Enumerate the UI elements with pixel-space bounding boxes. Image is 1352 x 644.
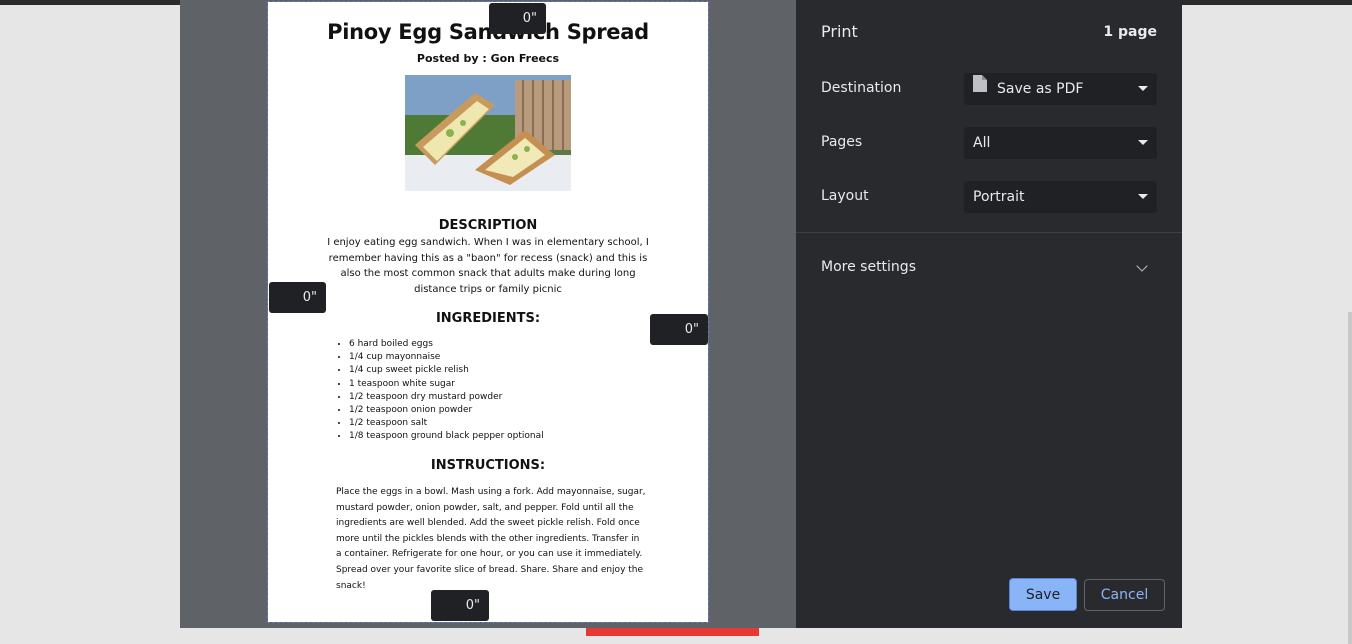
- destination-select[interactable]: Save as PDF: [964, 73, 1157, 105]
- description-text: I enjoy eating egg sandwich. When I was …: [327, 237, 649, 295]
- pages-select[interactable]: All: [964, 127, 1157, 159]
- layout-label: Layout: [821, 188, 869, 204]
- instructions-heading: INSTRUCTIONS:: [430, 458, 546, 473]
- bottom-margin-input[interactable]: 0": [431, 590, 489, 621]
- pages-label: Pages: [821, 134, 863, 150]
- description-heading: DESCRIPTION: [438, 218, 538, 233]
- chevron-down-icon[interactable]: [1136, 260, 1148, 272]
- file-icon: [973, 72, 987, 104]
- recipe-author: Posted by : Gon Freecs: [416, 52, 560, 65]
- ingredient-item: 1/2 teaspoon salt: [349, 417, 544, 430]
- page-scrollbar[interactable]: [1348, 312, 1352, 644]
- left-margin-input[interactable]: 0": [269, 282, 326, 313]
- ingredient-item: 1 teaspoon white sugar: [349, 378, 544, 391]
- ingredient-item: 6 hard boiled eggs: [349, 338, 544, 351]
- sandwich-photo: [405, 75, 571, 191]
- destination-value: Save as PDF: [997, 81, 1084, 97]
- ingredient-item: 1/4 cup mayonnaise: [349, 351, 544, 364]
- dropdown-caret-icon: [1138, 194, 1148, 199]
- dropdown-caret-icon: [1138, 140, 1148, 145]
- print-preview-area: Pinoy Egg Sandwich Spread Posted by : Go…: [180, 0, 796, 628]
- destination-label: Destination: [821, 80, 902, 96]
- instructions-text: Place the eggs in a bowl. Mash using a f…: [336, 487, 646, 591]
- print-settings-panel: Print 1 page Destination Save as PDF Pag…: [796, 0, 1182, 628]
- print-title: Print: [821, 22, 858, 41]
- print-dialog: Pinoy Egg Sandwich Spread Posted by : Go…: [180, 0, 1182, 628]
- save-button[interactable]: Save: [1009, 578, 1077, 611]
- layout-value: Portrait: [973, 189, 1025, 205]
- right-margin-input[interactable]: 0": [650, 314, 708, 345]
- ingredient-item: 1/2 teaspoon onion powder: [349, 404, 544, 417]
- preview-page: Pinoy Egg Sandwich Spread Posted by : Go…: [267, 1, 709, 623]
- more-settings-toggle[interactable]: More settings: [821, 259, 916, 275]
- ingredient-item: 1/2 teaspoon dry mustard powder: [349, 391, 544, 404]
- top-margin-input[interactable]: 0": [489, 3, 546, 34]
- recipe-title: Pinoy Egg Sandwich Spread: [327, 20, 649, 44]
- ingredients-heading: INGREDIENTS:: [435, 311, 541, 326]
- cancel-button[interactable]: Cancel: [1084, 579, 1165, 611]
- pages-value: All: [973, 135, 991, 151]
- ingredient-item: 1/4 cup sweet pickle relish: [349, 364, 544, 377]
- page-count: 1 page: [1103, 24, 1157, 40]
- layout-select[interactable]: Portrait: [964, 181, 1157, 213]
- ingredient-item: 1/8 teaspoon ground black pepper optiona…: [349, 430, 544, 443]
- settings-divider: [796, 232, 1182, 233]
- ingredients-list: 6 hard boiled eggs 1/4 cup mayonnaise 1/…: [334, 338, 544, 444]
- dropdown-caret-icon: [1138, 86, 1148, 91]
